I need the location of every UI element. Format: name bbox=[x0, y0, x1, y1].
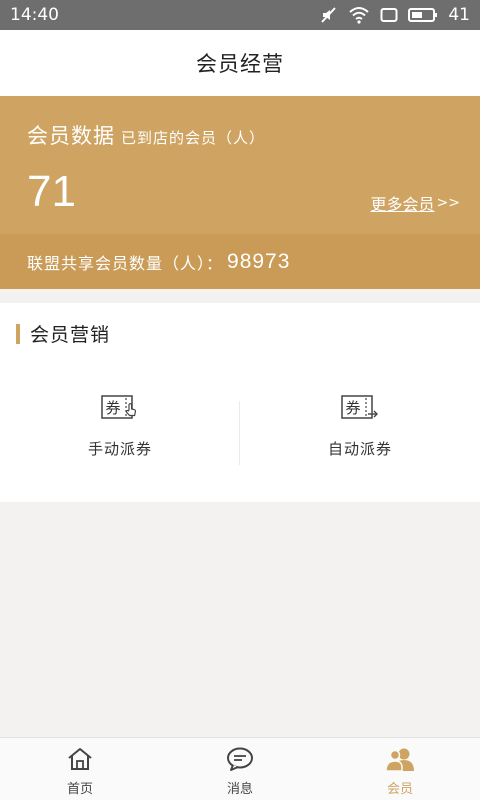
message-icon bbox=[227, 747, 253, 771]
coupon-hand-icon: 券 bbox=[101, 395, 137, 419]
coupon-auto-icon: 券 bbox=[341, 395, 378, 419]
section-header: 会员营销 bbox=[16, 320, 110, 347]
auto-coupon-label: 自动派券 bbox=[327, 440, 392, 458]
double-chevron-right-icon: >> bbox=[436, 195, 460, 211]
nav-item-messages[interactable]: 消息 bbox=[160, 738, 320, 800]
mute-icon bbox=[321, 7, 337, 23]
nav-item-home[interactable]: 首页 bbox=[0, 738, 160, 800]
member-count: 71 bbox=[27, 167, 76, 216]
app-header: 会员经营 bbox=[0, 30, 480, 96]
coupon-glyph: 券 bbox=[105, 399, 120, 417]
card-subtitle: 已到店的会员（人） bbox=[121, 129, 266, 147]
battery-level: 41 bbox=[448, 5, 470, 25]
nav-label-members: 会员 bbox=[386, 782, 413, 797]
coupon-glyph: 券 bbox=[345, 399, 360, 417]
nav-label-home: 首页 bbox=[66, 782, 93, 797]
more-members-link[interactable]: 更多会员 >> bbox=[371, 191, 460, 215]
manual-coupon-label: 手动派券 bbox=[87, 440, 152, 458]
wifi-icon bbox=[349, 7, 370, 24]
member-marketing-section: 会员营销 券 手动派券 券 自动派券 bbox=[0, 303, 480, 502]
card-title-row: 会员数据 已到店的会员（人） bbox=[27, 120, 265, 150]
status-time: 14:40 bbox=[10, 5, 59, 25]
screen-icon bbox=[380, 8, 398, 22]
divider bbox=[239, 401, 240, 465]
members-icon bbox=[385, 748, 414, 772]
section-accent-bar bbox=[16, 323, 20, 344]
section-title: 会员营销 bbox=[30, 324, 111, 346]
alliance-members-row: 联盟共享会员数量（人）： 98973 bbox=[0, 234, 480, 289]
nav-label-messages: 消息 bbox=[226, 782, 253, 797]
status-bar: 14:40 41 bbox=[0, 0, 480, 30]
member-data-card: 会员数据 已到店的会员（人） 71 更多会员 >> 联盟共享会员数量（人）： 9… bbox=[0, 96, 480, 289]
alliance-members-count: 98973 bbox=[227, 249, 291, 273]
status-icons: 41 bbox=[320, 5, 470, 25]
more-members-label: 更多会员 bbox=[370, 195, 435, 214]
manual-coupon-button[interactable]: 券 手动派券 bbox=[0, 393, 240, 473]
alliance-members-label: 联盟共享会员数量（人）： bbox=[27, 253, 224, 273]
bottom-nav: 首页 消息 会员 bbox=[0, 737, 480, 800]
auto-coupon-button[interactable]: 券 自动派券 bbox=[240, 393, 480, 473]
card-title: 会员数据 bbox=[27, 124, 115, 148]
marketing-actions: 券 手动派券 券 自动派券 bbox=[0, 393, 480, 473]
nav-item-members[interactable]: 会员 bbox=[320, 738, 480, 800]
battery-icon bbox=[408, 8, 438, 22]
home-icon bbox=[68, 748, 92, 770]
page-title: 会员经营 bbox=[196, 52, 284, 76]
